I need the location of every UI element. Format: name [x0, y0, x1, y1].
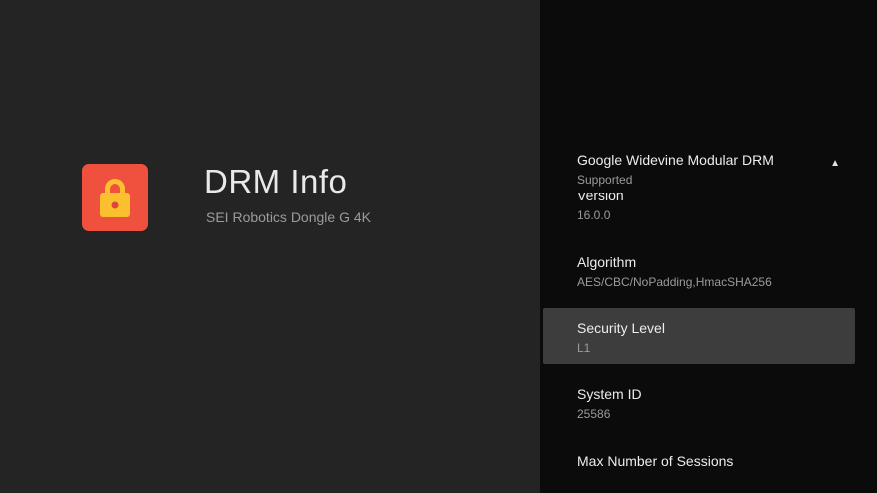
app-icon	[82, 164, 148, 231]
property-value: AES/CBC/NoPadding,HmacSHA256	[577, 275, 877, 289]
device-name: SEI Robotics Dongle G 4K	[206, 209, 371, 225]
drm-section-header[interactable]: Google Widevine Modular DRM Supported ▲	[540, 0, 877, 193]
drm-scheme-status: Supported	[577, 173, 774, 187]
property-label: Max Number of Sessions	[577, 453, 877, 469]
lock-body	[100, 193, 130, 217]
list-item-max-sessions[interactable]: Max Number of Sessions	[540, 453, 877, 469]
list-item-algorithm[interactable]: Algorithm AES/CBC/NoPadding,HmacSHA256	[540, 254, 877, 289]
property-value: L1	[577, 341, 855, 355]
page-title: DRM Info	[204, 163, 347, 201]
list-item-security-level[interactable]: Security Level L1	[543, 308, 855, 364]
property-value: 25586	[577, 407, 877, 421]
property-label: Algorithm	[577, 254, 877, 270]
lock-keyhole	[112, 201, 119, 208]
app-info-pane: DRM Info SEI Robotics Dongle G 4K	[0, 0, 540, 493]
property-value: 16.0.0	[577, 208, 877, 222]
drm-properties-panel: Google Widevine Modular DRM Supported ▲ …	[540, 0, 877, 493]
lock-icon	[100, 179, 130, 217]
property-label: Security Level	[577, 320, 855, 336]
drm-info-screen: DRM Info SEI Robotics Dongle G 4K Google…	[0, 0, 877, 493]
drm-scheme-label: Google Widevine Modular DRM	[577, 152, 774, 168]
list-item-system-id[interactable]: System ID 25586	[540, 386, 877, 421]
chevron-up-icon[interactable]: ▲	[830, 158, 840, 169]
property-label: System ID	[577, 386, 877, 402]
